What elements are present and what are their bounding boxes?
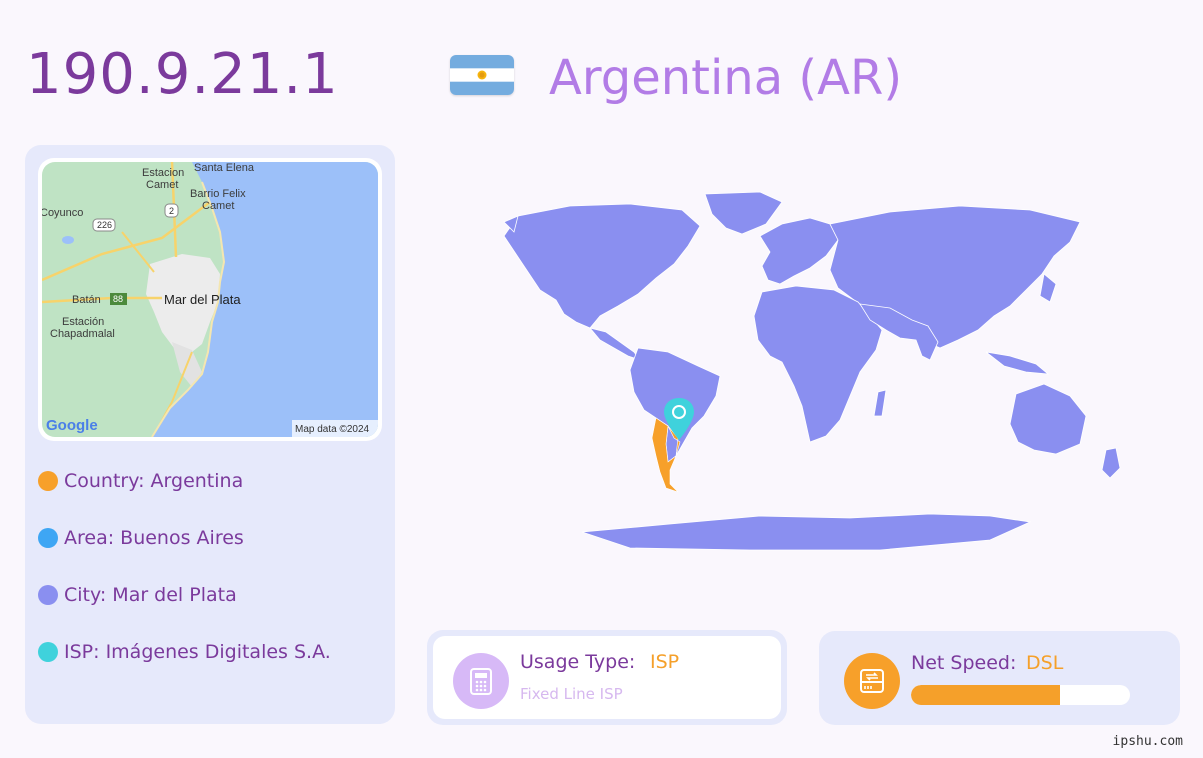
area-dot-icon (38, 528, 58, 548)
network-device-icon (844, 653, 900, 709)
usage-type-label: Usage Type: (520, 651, 636, 673)
usage-type-card: Usage Type: ISP Fixed Line ISP (427, 630, 787, 725)
map-label-barrio-felix: Barrio Felix (190, 188, 246, 200)
info-city-text: City: Mar del Plata (64, 584, 237, 606)
map-label-coyunco: Coyunco (42, 207, 83, 219)
route-226-shield: 226 (97, 220, 112, 230)
site-watermark: ipshu.com (1112, 734, 1183, 749)
info-isp: ISP: Imágenes Digitales S.A. (38, 640, 331, 664)
info-city: City: Mar del Plata (38, 583, 237, 607)
ip-address: 190.9.21.1 (26, 42, 339, 107)
route-88-shield: 88 (113, 294, 123, 304)
location-map[interactable]: Estacion Camet Santa Elena Barrio Felix … (38, 158, 382, 441)
info-country-text: Country: Argentina (64, 470, 244, 492)
info-area: Area: Buenos Aires (38, 526, 244, 550)
info-country: Country: Argentina (38, 469, 243, 493)
route-2-shield: 2 (169, 206, 174, 216)
map-label-estacion: Estación (62, 316, 104, 328)
map-label-batan: Batán (72, 294, 101, 306)
info-isp-text: ISP: Imágenes Digitales S.A. (64, 641, 331, 663)
map-label-chapadmalal: Chapadmalal (50, 328, 115, 340)
map-attribution: Map data ©2024 (295, 424, 370, 435)
net-speed-card: Net Speed: DSL (819, 631, 1180, 725)
net-speed-bar (911, 685, 1130, 705)
info-area-text: Area: Buenos Aires (64, 527, 244, 549)
map-label-barrio-felix-2: Camet (202, 200, 234, 212)
world-map (430, 180, 1160, 560)
location-panel: Estacion Camet Santa Elena Barrio Felix … (25, 145, 395, 724)
argentina-flag-icon (450, 55, 514, 95)
country-title: Argentina (AR) (549, 50, 903, 106)
net-speed-label: Net Speed: (911, 652, 1017, 674)
map-label-estacion-camet-2: Camet (146, 179, 178, 191)
phone-icon (453, 653, 509, 709)
net-speed-value: DSL (1026, 652, 1064, 674)
country-dot-icon (38, 471, 58, 491)
map-label-mar-del-plata: Mar del Plata (164, 292, 241, 307)
google-logo: Google (46, 417, 98, 434)
isp-dot-icon (38, 642, 58, 662)
usage-type-subtitle: Fixed Line ISP (520, 685, 623, 703)
net-speed-bar-fill (911, 685, 1060, 705)
map-label-santa-elena: Santa Elena (194, 162, 255, 174)
city-dot-icon (38, 585, 58, 605)
map-label-estacion-camet: Estacion (142, 167, 184, 179)
usage-type-value: ISP (650, 651, 680, 673)
